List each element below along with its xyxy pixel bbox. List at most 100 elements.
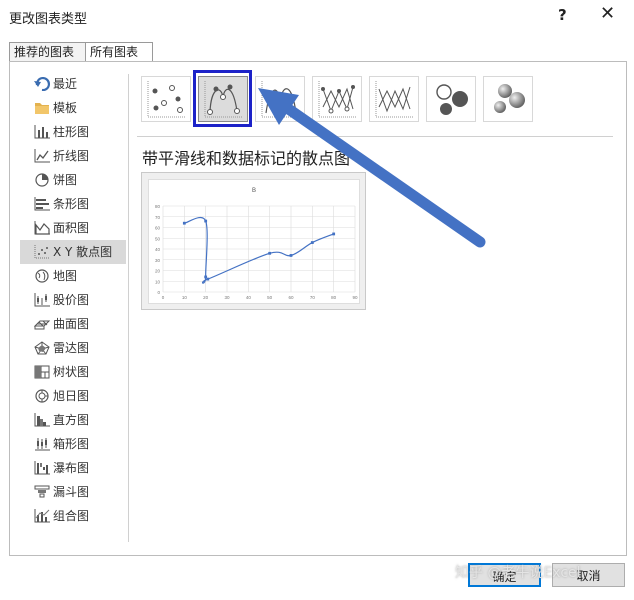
scatter-icon	[147, 81, 186, 118]
data-point	[268, 251, 272, 255]
data-point	[289, 254, 293, 257]
data-point	[310, 241, 314, 244]
sidebar-item-label: 雷达图	[53, 341, 90, 355]
y-tick-label: 60	[155, 226, 161, 231]
selected-subtype-highlight	[193, 70, 252, 127]
surface-chart-icon	[34, 320, 50, 330]
sidebar-item-label: 树状图	[53, 365, 90, 379]
dialog-title: 更改图表类型	[9, 12, 88, 27]
x-tick-label: 50	[267, 295, 273, 300]
x-tick-label: 70	[310, 295, 316, 300]
sidebar-item-label: 曲面图	[53, 317, 90, 331]
scatter-chart-icon	[34, 245, 50, 259]
y-tick-label: 20	[155, 269, 161, 274]
sidebar-item-line[interactable]: 折线图	[20, 144, 126, 168]
sidebar-item-recent[interactable]: 最近	[20, 72, 126, 96]
sidebar-item-histogram[interactable]: 直方图	[20, 408, 126, 432]
y-tick-label: 0	[157, 290, 160, 295]
preview-chart: B 0 10 20 30 40 50 60 70 80 0 10 20 30 40 50 60 70 80 90	[155, 188, 358, 300]
line-chart-icon	[34, 149, 50, 163]
x-tick-label: 30	[224, 295, 230, 300]
funnel-icon	[34, 485, 50, 498]
sidebar-item-label: X Y 散点图	[53, 245, 113, 259]
sidebar-item-label: 模板	[53, 101, 78, 115]
sidebar-item-pie[interactable]: 饼图	[20, 168, 126, 192]
sidebar-item-box-whisker[interactable]: 箱形图	[20, 432, 126, 456]
sidebar-item-column[interactable]: 柱形图	[20, 120, 126, 144]
y-tick-label: 70	[155, 215, 161, 220]
divider	[137, 136, 613, 137]
subtype-smooth-line[interactable]	[255, 76, 305, 122]
sidebar-item-label: 瀑布图	[53, 461, 90, 475]
sidebar-item-stock[interactable]: 股价图	[20, 288, 126, 312]
x-tick-label: 80	[331, 295, 337, 300]
subtype-straight-line-marker[interactable]	[312, 76, 362, 122]
subtype-straight-line[interactable]	[369, 76, 419, 122]
y-tick-label: 40	[155, 247, 161, 252]
sidebar-item-label: 柱形图	[53, 125, 90, 139]
sidebar-item-label: 直方图	[53, 413, 90, 427]
data-point	[206, 277, 210, 281]
sunburst-icon	[35, 389, 49, 403]
pie-chart-icon	[35, 173, 49, 187]
close-button[interactable]: ✕	[600, 3, 615, 24]
sidebar-item-surface[interactable]: 曲面图	[20, 312, 126, 336]
y-tick-label: 80	[155, 204, 161, 209]
sidebar-item-label: 条形图	[53, 197, 90, 211]
sidebar-item-label: 股价图	[53, 293, 90, 307]
straight-line-marker-icon	[318, 81, 357, 118]
column-chart-icon	[34, 125, 50, 139]
stock-chart-icon	[34, 293, 50, 307]
treemap-icon	[34, 365, 50, 379]
folder-icon	[35, 103, 49, 114]
combo-chart-icon	[34, 509, 50, 523]
x-tick-label: 20	[203, 295, 209, 300]
chart-title: B	[252, 188, 256, 194]
sidebar-item-area[interactable]: 面积图	[20, 216, 126, 240]
chart-preview[interactable]: B 0 10 20 30 40 50 60 70 80 0 10 20 30 40 50 60 70 80 90	[141, 172, 366, 310]
tab-recommended[interactable]: 推荐的图表	[9, 42, 87, 62]
sidebar-item-waterfall[interactable]: 瀑布图	[20, 456, 126, 480]
sidebar-item-label: 组合图	[53, 509, 90, 523]
sidebar-item-sunburst[interactable]: 旭日图	[20, 384, 126, 408]
tab-all-charts[interactable]: 所有图表	[85, 42, 153, 62]
sidebar-item-combo[interactable]: 组合图	[20, 504, 126, 528]
sidebar-item-templates[interactable]: 模板	[20, 96, 126, 120]
histogram-icon	[34, 413, 50, 427]
waterfall-icon	[34, 461, 50, 475]
data-point	[332, 232, 336, 236]
sidebar-item-bar[interactable]: 条形图	[20, 192, 126, 216]
bubble-icon	[436, 84, 468, 115]
watermark: 知乎 @老牛说Excel	[455, 565, 581, 581]
sidebar-item-label: 面积图	[53, 221, 90, 235]
sidebar-item-label: 漏斗图	[53, 485, 90, 499]
subtype-bubble[interactable]	[426, 76, 476, 122]
sidebar-item-treemap[interactable]: 树状图	[20, 360, 126, 384]
sidebar-item-radar[interactable]: 雷达图	[20, 336, 126, 360]
data-point	[204, 219, 208, 223]
bar-chart-icon	[34, 197, 50, 211]
sidebar-item-xy-scatter[interactable]: X Y 散点图	[20, 240, 126, 264]
map-icon	[35, 269, 49, 283]
subtype-scatter[interactable]	[141, 76, 191, 122]
preview-chart-area: B 0 10 20 30 40 50 60 70 80 0 10 20 30 40 50 60 70 80 90	[148, 179, 360, 304]
chart-category-list: 最近 模板 柱形图 折线图 饼图 条形图 面积图 X Y 散点图 地图 股价图 …	[20, 72, 126, 528]
sidebar-item-label: 旭日图	[53, 389, 90, 403]
sidebar-item-label: 饼图	[53, 173, 78, 187]
y-tick-label: 30	[155, 258, 161, 263]
chart-type-panel: 最近 模板 柱形图 折线图 饼图 条形图 面积图 X Y 散点图 地图 股价图 …	[9, 61, 627, 556]
y-tick-label: 10	[155, 279, 161, 284]
sidebar-item-label: 折线图	[53, 149, 90, 163]
x-tick-label: 10	[182, 295, 188, 300]
straight-line-icon	[375, 81, 414, 118]
sidebar-item-funnel[interactable]: 漏斗图	[20, 480, 126, 504]
subtype-bubble-3d[interactable]	[483, 76, 533, 122]
x-tick-label: 0	[162, 295, 165, 300]
box-whisker-icon	[35, 438, 50, 451]
help-button[interactable]: ?	[558, 6, 567, 24]
divider	[128, 74, 129, 542]
area-chart-icon	[34, 221, 50, 235]
sidebar-item-label: 箱形图	[53, 437, 90, 451]
radar-chart-icon	[34, 341, 50, 355]
sidebar-item-map[interactable]: 地图	[20, 264, 126, 288]
